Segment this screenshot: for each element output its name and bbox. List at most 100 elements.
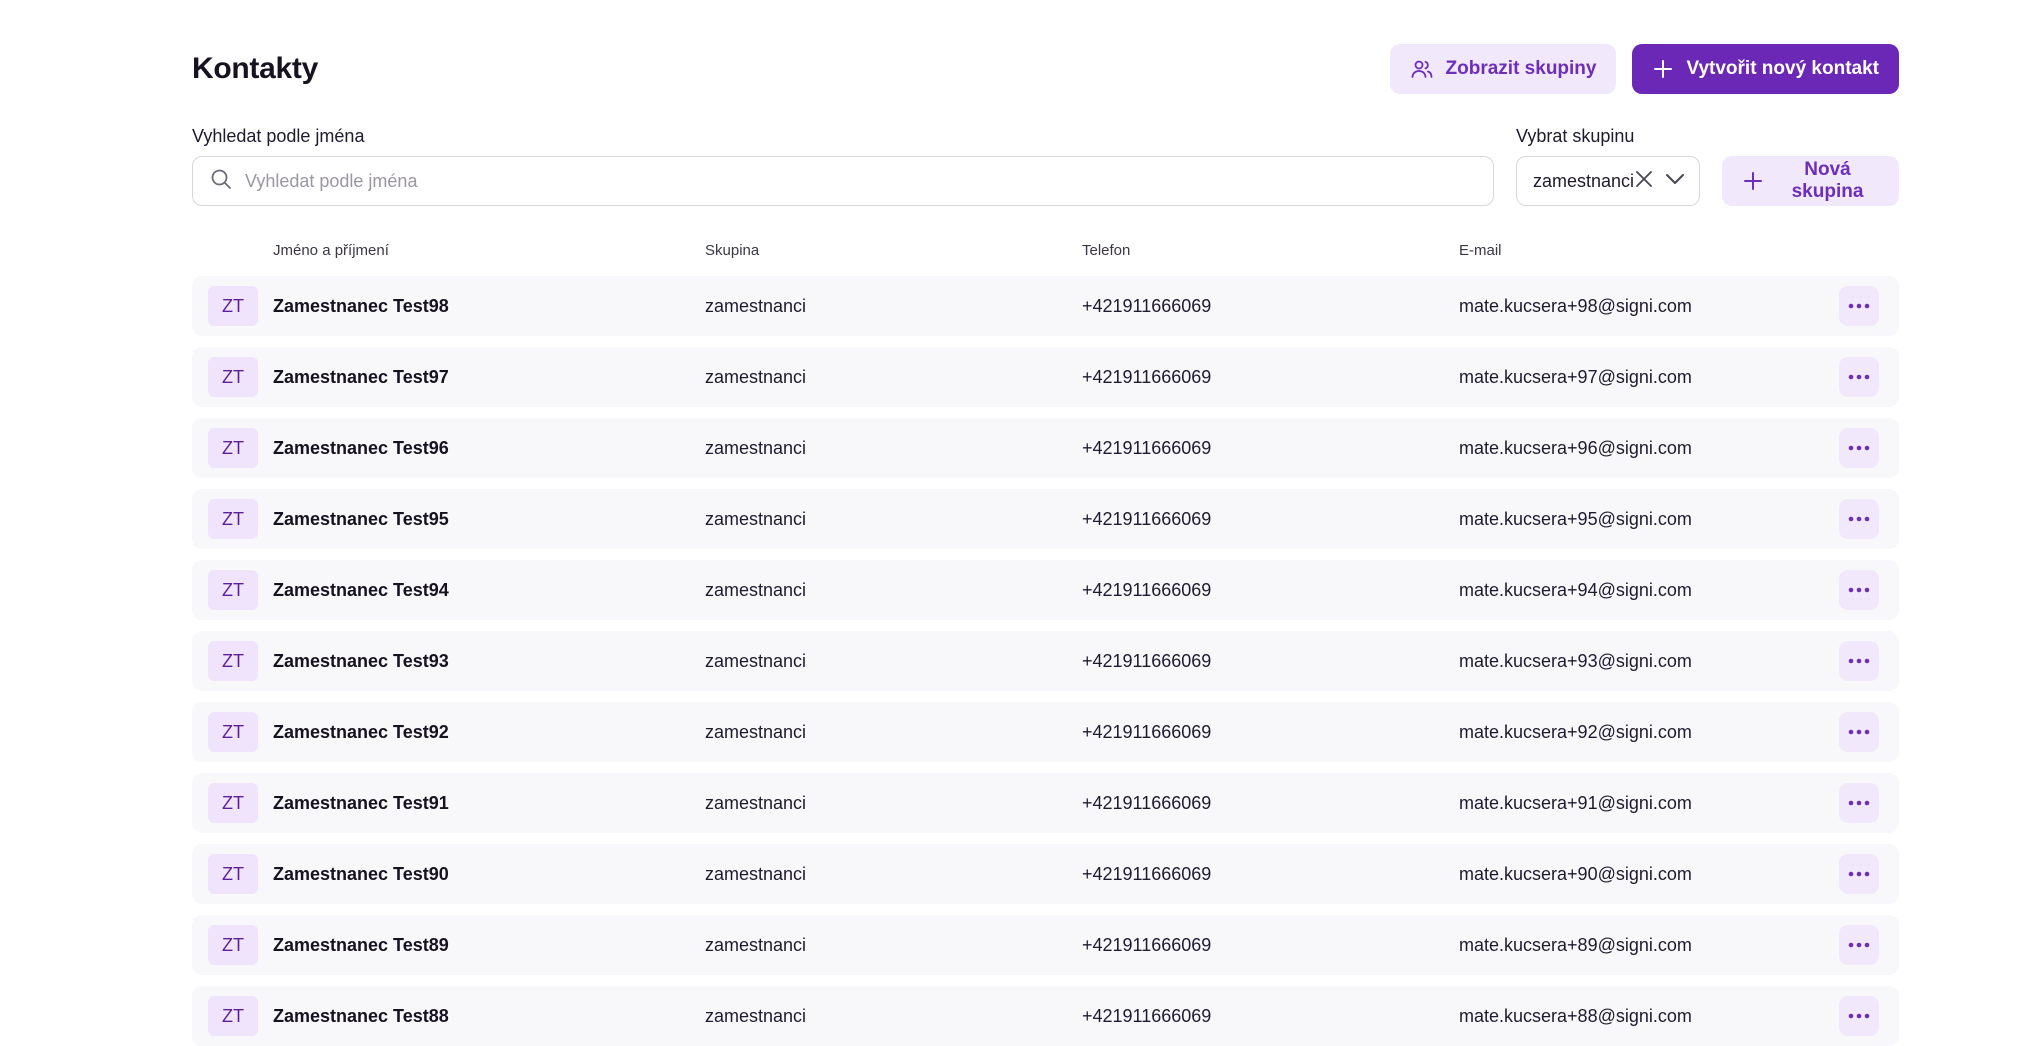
column-header-name: Jméno a příjmení (273, 242, 389, 259)
close-icon[interactable] (1634, 169, 1654, 194)
contact-phone: +421911666069 (1082, 793, 1212, 813)
contact-phone: +421911666069 (1082, 580, 1212, 600)
table-row[interactable]: ZT Zamestnanec Test98 zamestnanci +42191… (192, 276, 1899, 336)
header-actions: Zobrazit skupiny Vytvořit nový kontakt (1389, 44, 1899, 94)
plus-icon (1742, 170, 1764, 192)
avatar: ZT (208, 712, 258, 752)
avatar: ZT (208, 641, 258, 681)
table-row[interactable]: ZT Zamestnanec Test97 zamestnanci +42191… (192, 347, 1899, 407)
contact-group: zamestnanci (705, 296, 807, 316)
contact-name: Zamestnanec Test88 (273, 1006, 449, 1026)
filters-bar: Vyhledat podle jména Vybrat skupinu zame… (192, 126, 1899, 206)
row-menu-button[interactable] (1839, 499, 1879, 539)
contact-group: zamestnanci (705, 580, 807, 600)
contact-name: Zamestnanec Test94 (273, 580, 449, 600)
contact-phone: +421911666069 (1082, 509, 1212, 529)
more-horizontal-icon (1848, 516, 1870, 522)
more-horizontal-icon (1848, 871, 1870, 877)
search-field[interactable] (192, 156, 1494, 206)
new-group-label: Nová skupina (1791, 159, 1864, 202)
contact-group: zamestnanci (705, 935, 807, 955)
contact-phone: +421911666069 (1082, 367, 1212, 387)
search-input[interactable] (243, 169, 1493, 193)
row-menu-button[interactable] (1839, 783, 1879, 823)
avatar: ZT (208, 357, 258, 397)
contact-name: Zamestnanec Test90 (273, 864, 449, 884)
group-select-label: Vybrat skupinu (1516, 126, 1635, 146)
avatar: ZT (208, 570, 258, 610)
avatar: ZT (208, 286, 258, 326)
more-horizontal-icon (1848, 729, 1870, 735)
search-label: Vyhledat podle jména (192, 126, 365, 146)
avatar: ZT (208, 854, 258, 894)
row-menu-button[interactable] (1839, 570, 1879, 610)
contact-email: mate.kucsera+91@signi.com (1459, 793, 1692, 813)
contact-name: Zamestnanec Test96 (273, 438, 449, 458)
table-row[interactable]: ZT Zamestnanec Test94 zamestnanci +42191… (192, 560, 1899, 620)
avatar: ZT (208, 499, 258, 539)
contact-email: mate.kucsera+94@signi.com (1459, 580, 1692, 600)
page-title: Kontakty (192, 52, 318, 85)
show-groups-button[interactable]: Zobrazit skupiny (1389, 44, 1617, 94)
page-header: Kontakty Zobrazit skupiny Vytvořit nový … (192, 44, 1899, 96)
show-groups-label: Zobrazit skupiny (1445, 58, 1597, 79)
row-menu-button[interactable] (1839, 428, 1879, 468)
avatar: ZT (208, 428, 258, 468)
table-row[interactable]: ZT Zamestnanec Test92 zamestnanci +42191… (192, 702, 1899, 762)
table-row[interactable]: ZT Zamestnanec Test93 zamestnanci +42191… (192, 631, 1899, 691)
more-horizontal-icon (1848, 445, 1870, 451)
chevron-down-icon[interactable] (1664, 168, 1686, 195)
contact-name: Zamestnanec Test97 (273, 367, 449, 387)
contact-email: mate.kucsera+90@signi.com (1459, 864, 1692, 884)
row-menu-button[interactable] (1839, 996, 1879, 1036)
more-horizontal-icon (1848, 658, 1870, 664)
contact-email: mate.kucsera+95@signi.com (1459, 509, 1692, 529)
row-menu-button[interactable] (1839, 925, 1879, 965)
row-menu-button[interactable] (1839, 854, 1879, 894)
group-select-icons (1634, 168, 1686, 195)
contact-group: zamestnanci (705, 509, 807, 529)
contact-group: zamestnanci (705, 438, 807, 458)
table-row[interactable]: ZT Zamestnanec Test88 zamestnanci +42191… (192, 986, 1899, 1046)
contact-phone: +421911666069 (1082, 1006, 1212, 1026)
row-menu-button[interactable] (1839, 286, 1879, 326)
contact-phone: +421911666069 (1082, 296, 1212, 316)
contacts-table: ZT Zamestnanec Test98 zamestnanci +42191… (192, 276, 1899, 1046)
row-menu-button[interactable] (1839, 641, 1879, 681)
contact-email: mate.kucsera+93@signi.com (1459, 651, 1692, 671)
plus-icon (1652, 58, 1674, 80)
row-menu-button[interactable] (1839, 357, 1879, 397)
contact-name: Zamestnanec Test93 (273, 651, 449, 671)
contact-name: Zamestnanec Test95 (273, 509, 449, 529)
avatar: ZT (208, 783, 258, 823)
create-contact-label: Vytvořit nový kontakt (1686, 58, 1879, 79)
contact-email: mate.kucsera+96@signi.com (1459, 438, 1692, 458)
row-menu-button[interactable] (1839, 712, 1879, 752)
table-header: Jméno a příjmení Skupina Telefon E-mail (192, 242, 1899, 264)
contact-group: zamestnanci (705, 1006, 807, 1026)
table-row[interactable]: ZT Zamestnanec Test91 zamestnanci +42191… (192, 773, 1899, 833)
more-horizontal-icon (1848, 303, 1870, 309)
table-row[interactable]: ZT Zamestnanec Test96 zamestnanci +42191… (192, 418, 1899, 478)
contact-name: Zamestnanec Test98 (273, 296, 449, 316)
search-icon (209, 167, 233, 196)
more-horizontal-icon (1848, 587, 1870, 593)
more-horizontal-icon (1848, 1013, 1870, 1019)
avatar: ZT (208, 925, 258, 965)
column-header-phone: Telefon (1082, 242, 1131, 259)
users-icon (1410, 57, 1434, 81)
table-row[interactable]: ZT Zamestnanec Test95 zamestnanci +42191… (192, 489, 1899, 549)
more-horizontal-icon (1848, 942, 1870, 948)
more-horizontal-icon (1848, 800, 1870, 806)
contact-group: zamestnanci (705, 793, 807, 813)
contact-group: zamestnanci (705, 367, 807, 387)
more-horizontal-icon (1848, 374, 1870, 380)
new-group-button[interactable]: Nová skupina (1722, 156, 1899, 206)
table-row[interactable]: ZT Zamestnanec Test89 zamestnanci +42191… (192, 915, 1899, 975)
column-header-email: E-mail (1459, 242, 1502, 259)
group-select[interactable]: zamestnanci (1516, 156, 1700, 206)
create-contact-button[interactable]: Vytvořit nový kontakt (1632, 44, 1899, 94)
table-row[interactable]: ZT Zamestnanec Test90 zamestnanci +42191… (192, 844, 1899, 904)
contact-phone: +421911666069 (1082, 935, 1212, 955)
avatar: ZT (208, 996, 258, 1036)
